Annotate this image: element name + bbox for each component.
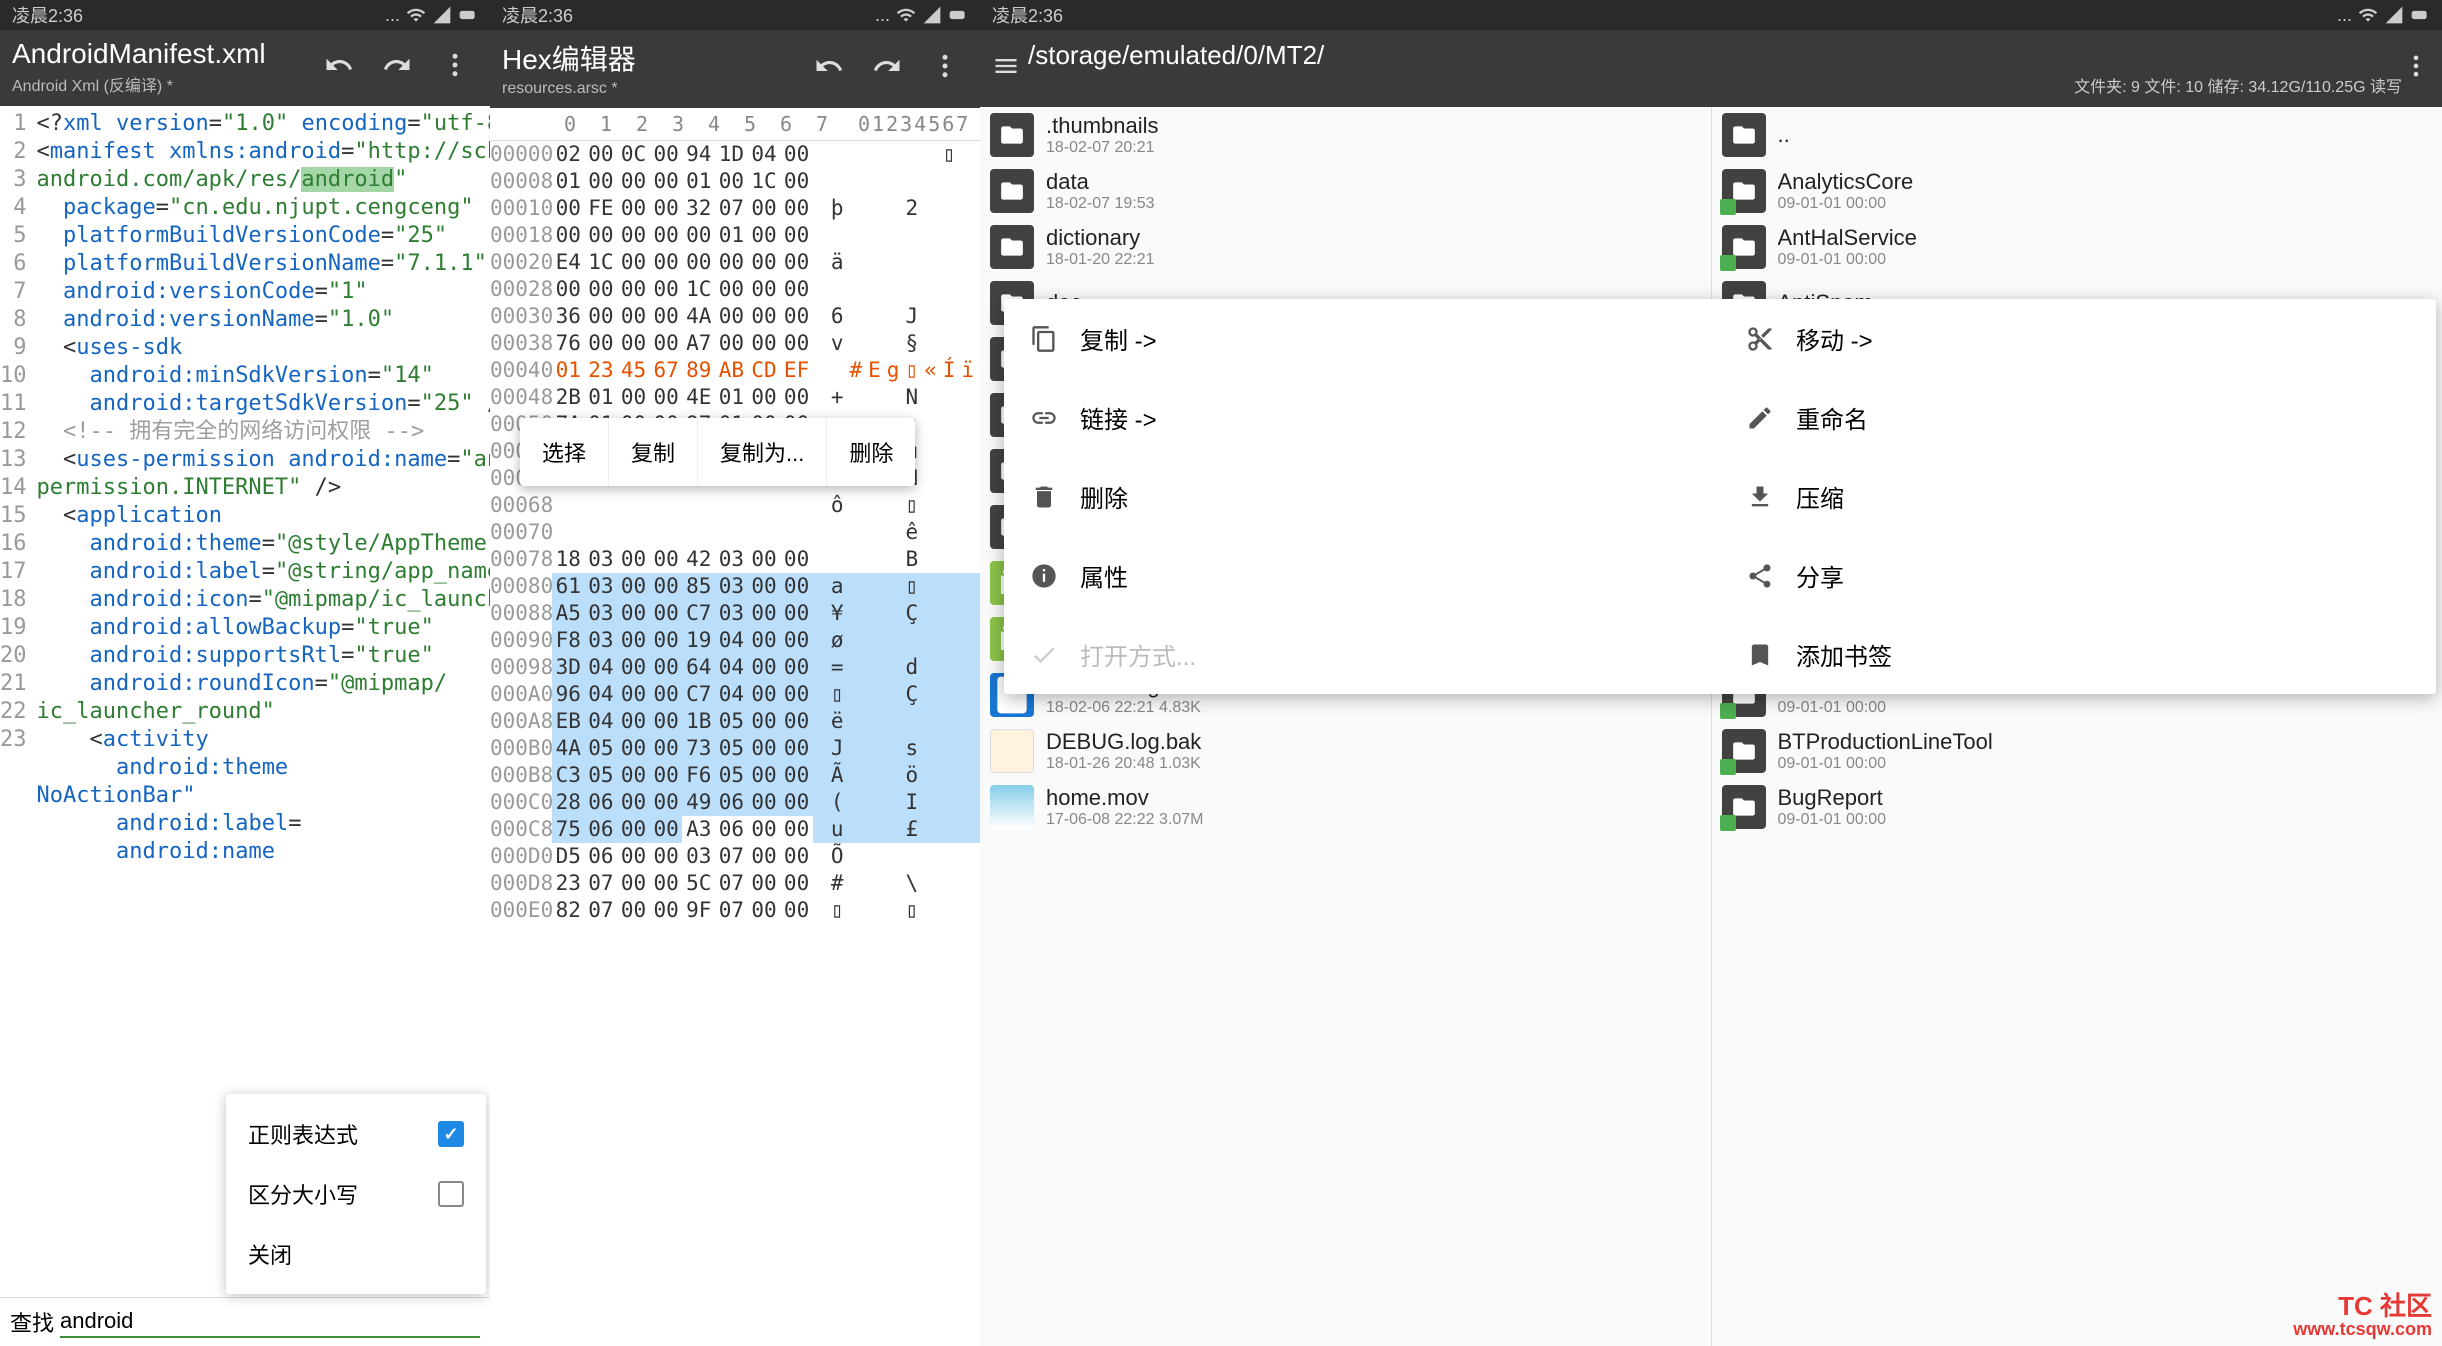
ctx-delete[interactable]: 删除 — [1004, 457, 1720, 536]
hex-subtitle: resources.arsc * — [502, 80, 814, 98]
file-item[interactable]: AntHalService09-01-01 00:00 — [1712, 219, 2442, 275]
file-item[interactable]: AnalyticsCore09-01-01 00:00 — [1712, 163, 2442, 219]
status-bar: 凌晨2:36 ... — [0, 0, 490, 30]
hex-copy-button[interactable]: 复制 — [609, 418, 698, 486]
close-option[interactable]: 关闭 — [226, 1224, 486, 1284]
regex-option[interactable]: 正则表达式 — [226, 1104, 486, 1164]
hex-select-button[interactable]: 选择 — [520, 418, 609, 486]
ctx-link[interactable]: 链接 -> — [1004, 378, 1720, 457]
redo-button[interactable] — [872, 51, 902, 86]
ctx-copy[interactable]: 复制 -> — [1004, 299, 1720, 378]
status-icons: ... — [385, 5, 478, 26]
file-item[interactable]: BugReport09-01-01 00:00 — [1712, 779, 2442, 835]
more-button[interactable] — [930, 51, 960, 86]
hex-column-header: 0 1 2 3 4 5 6 7 01234567 — [490, 108, 980, 141]
hex-delete-button[interactable]: 删除 — [827, 418, 915, 486]
ctx-cut[interactable]: 移动 -> — [1720, 299, 2436, 378]
ctx-bookmark[interactable]: 添加书签 — [1720, 615, 2436, 694]
file-item[interactable]: .thumbnails18-02-07 20:21 — [980, 107, 1711, 163]
ctx-info[interactable]: 属性 — [1004, 536, 1720, 615]
context-menu: 复制 ->移动 ->链接 ->重命名删除压缩属性分享打开方式...添加书签 — [1004, 299, 2436, 694]
status-time: 凌晨2:36 — [502, 2, 573, 28]
status-time: 凌晨2:36 — [12, 2, 83, 28]
file-item[interactable]: BTProductionLineTool09-01-01 00:00 — [1712, 723, 2442, 779]
case-option[interactable]: 区分大小写 — [226, 1164, 486, 1224]
case-checkbox[interactable] — [438, 1181, 464, 1207]
file-item[interactable]: dictionary18-01-20 22:21 — [980, 219, 1711, 275]
undo-button[interactable] — [324, 50, 354, 85]
search-label: 查找 — [10, 1306, 54, 1338]
ctx-check: 打开方式... — [1004, 615, 1720, 694]
watermark: TC 社区 www.tcsqw.com — [2293, 1292, 2432, 1340]
file-item[interactable]: .. — [1712, 107, 2442, 163]
status-icons: ... — [2337, 5, 2430, 26]
redo-button[interactable] — [382, 50, 412, 85]
file-item[interactable]: home.mov17-06-08 22:22 3.07M — [980, 779, 1711, 835]
status-bar: 凌晨2:36 ... — [980, 0, 2442, 30]
file-item[interactable]: DEBUG.log.bak18-01-26 20:48 1.03K — [980, 723, 1711, 779]
file-list-left[interactable]: .thumbnails18-02-07 20:21data18-02-07 19… — [980, 107, 1712, 1346]
ctx-archive[interactable]: 压缩 — [1720, 457, 2436, 536]
status-time: 凌晨2:36 — [992, 2, 1063, 28]
fm-path[interactable]: /storage/emulated/0/MT2/ — [1028, 40, 2402, 71]
ctx-edit[interactable]: 重命名 — [1720, 378, 2436, 457]
fm-stats: 文件夹: 9 文件: 10 储存: 34.12G/110.25G 读写 — [1028, 73, 2402, 97]
file-subtitle: Android Xml (反编译) * — [12, 72, 324, 96]
regex-checkbox[interactable] — [438, 1121, 464, 1147]
hex-selection-popup: 选择 复制 复制为... 删除 — [520, 418, 915, 486]
app-bar: AndroidManifest.xml Android Xml (反编译) * — [0, 30, 490, 106]
hex-grid[interactable]: 0000002000C00941D0400 ▯ 0000801000000010… — [490, 141, 980, 1346]
ctx-share[interactable]: 分享 — [1720, 536, 2436, 615]
file-list-right[interactable]: ..AnalyticsCore09-01-01 00:00AntHalServi… — [1712, 107, 2442, 1346]
fm-app-bar: /storage/emulated/0/MT2/ 文件夹: 9 文件: 10 储… — [980, 30, 2442, 107]
file-item[interactable]: data18-02-07 19:53 — [980, 163, 1711, 219]
hex-copyas-button[interactable]: 复制为... — [698, 418, 827, 486]
more-button[interactable] — [2402, 52, 2430, 85]
undo-button[interactable] — [814, 51, 844, 86]
hex-title: Hex编辑器 — [502, 38, 814, 78]
file-title: AndroidManifest.xml — [12, 38, 324, 70]
find-options-popup: 正则表达式 区分大小写 关闭 — [226, 1094, 486, 1294]
app-bar: Hex编辑器 resources.arsc * — [490, 30, 980, 108]
search-input[interactable] — [60, 1306, 480, 1338]
status-bar: 凌晨2:36 ... — [490, 0, 980, 30]
status-icons: ... — [875, 5, 968, 26]
menu-button[interactable] — [992, 52, 1020, 85]
search-bar: 查找 — [0, 1297, 490, 1346]
more-button[interactable] — [440, 50, 470, 85]
